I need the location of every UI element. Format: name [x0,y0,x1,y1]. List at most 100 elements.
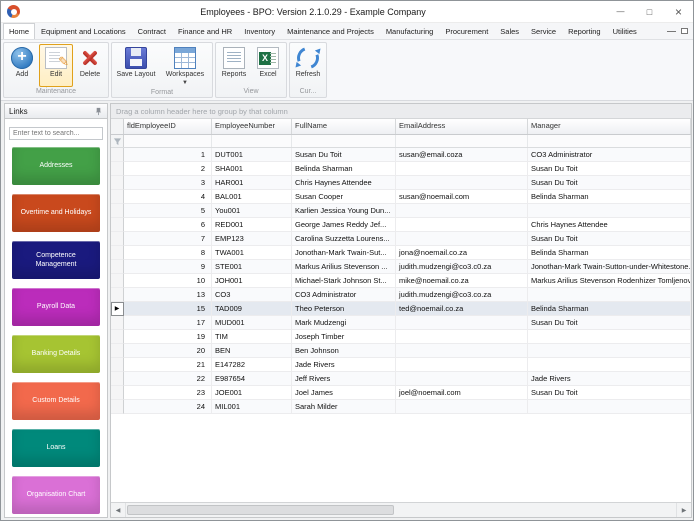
cell-EmployeeNumber[interactable]: TWA001 [212,246,292,260]
cell-EmployeeNumber[interactable]: EMP123 [212,232,292,246]
cell-EmailAddress[interactable] [396,330,528,344]
add-button[interactable]: Add [5,44,39,87]
ribbon-tab[interactable]: Utilities [607,23,643,39]
cell-EmailAddress[interactable] [396,232,528,246]
table-row[interactable]: 20 BEN Ben Johnson [111,344,691,358]
cell-FullName[interactable]: Carolina Suzzetta Lourens... [292,232,396,246]
cell-FullName[interactable]: Chris Haynes Attendee [292,176,396,190]
filter-cell-Manager[interactable] [528,135,691,147]
pin-icon[interactable] [94,107,103,116]
cell-fldEmployeeID[interactable]: 2 [124,162,212,176]
cell-fldEmployeeID[interactable]: 21 [124,358,212,372]
cell-EmployeeNumber[interactable]: SHA001 [212,162,292,176]
mdi-minimize-icon[interactable] [667,31,676,32]
cell-fldEmployeeID[interactable]: 20 [124,344,212,358]
cell-EmployeeNumber[interactable]: TIM [212,330,292,344]
cell-Manager[interactable]: Susan Du Toit [528,386,691,400]
cell-Manager[interactable] [528,400,691,414]
cell-EmailAddress[interactable] [396,372,528,386]
close-button[interactable] [664,1,693,22]
cell-EmailAddress[interactable]: jona@noemail.co.za [396,246,528,260]
cell-FullName[interactable]: Sarah Milder [292,400,396,414]
column-header-EmailAddress[interactable]: EmailAddress [396,119,528,134]
table-row[interactable]: 1 DUT001 Susan Du Toit susan@email.coza … [111,148,691,162]
cell-Manager[interactable]: Belinda Sharman [528,190,691,204]
cell-EmployeeNumber[interactable]: BAL001 [212,190,292,204]
cell-FullName[interactable]: Mark Mudzengi [292,316,396,330]
sidebar-link[interactable]: Competence Management [12,241,100,279]
ribbon-tab[interactable]: Service [525,23,562,39]
search-input[interactable] [9,127,103,140]
ribbon-tab[interactable]: Sales [494,23,525,39]
filter-cell-EmployeeNumber[interactable] [212,135,292,147]
cell-fldEmployeeID[interactable]: 19 [124,330,212,344]
sidebar-link[interactable]: Addresses [12,147,100,185]
cell-EmailAddress[interactable] [396,162,528,176]
sidebar-link[interactable]: Banking Details [12,335,100,373]
sidebar-link[interactable]: Overtime and Holidays [12,194,100,232]
cell-FullName[interactable]: Belinda Sharman [292,162,396,176]
cell-FullName[interactable]: Susan Cooper [292,190,396,204]
table-row[interactable]: 17 MUD001 Mark Mudzengi Susan Du Toit [111,316,691,330]
cell-fldEmployeeID[interactable]: 3 [124,176,212,190]
cell-EmployeeNumber[interactable]: STE001 [212,260,292,274]
cell-FullName[interactable]: Michael-Stark Johnson St... [292,274,396,288]
table-row[interactable]: 7 EMP123 Carolina Suzzetta Lourens... Su… [111,232,691,246]
scroll-right-icon[interactable]: ▶ [676,503,691,517]
cell-EmailAddress[interactable]: mike@noemail.co.za [396,274,528,288]
ribbon-tab[interactable]: Procurement [439,23,494,39]
cell-EmailAddress[interactable] [396,176,528,190]
table-row[interactable]: 8 TWA001 Jonothan-Mark Twain-Sut... jona… [111,246,691,260]
cell-EmailAddress[interactable] [396,344,528,358]
cell-EmailAddress[interactable] [396,400,528,414]
cell-EmployeeNumber[interactable]: RED001 [212,218,292,232]
cell-Manager[interactable]: Susan Du Toit [528,162,691,176]
column-header-Manager[interactable]: Manager [528,119,691,134]
cell-fldEmployeeID[interactable]: 4 [124,190,212,204]
cell-EmailAddress[interactable]: judith.mudzengi@co3.c0.za [396,260,528,274]
cell-fldEmployeeID[interactable]: 17 [124,316,212,330]
cell-EmailAddress[interactable] [396,204,528,218]
cell-fldEmployeeID[interactable]: 15 [124,302,212,316]
cell-Manager[interactable] [528,330,691,344]
scrollbar-thumb[interactable] [127,505,394,515]
table-row[interactable]: 15 TAD009 Theo Peterson ted@noemail.co.z… [111,302,691,316]
cell-Manager[interactable] [528,358,691,372]
save-layout-button[interactable]: Save Layout [113,44,159,88]
cell-FullName[interactable]: Susan Du Toit [292,148,396,162]
cell-Manager[interactable] [528,288,691,302]
cell-Manager[interactable]: Belinda Sharman [528,246,691,260]
table-row[interactable]: 9 STE001 Markus Arilius Stevenson ... ju… [111,260,691,274]
cell-FullName[interactable]: Jonothan-Mark Twain-Sut... [292,246,396,260]
minimize-button[interactable] [606,1,635,22]
ribbon-tab[interactable]: Home [3,23,35,39]
cell-fldEmployeeID[interactable]: 24 [124,400,212,414]
cell-FullName[interactable]: Joseph Timber [292,330,396,344]
cell-fldEmployeeID[interactable]: 5 [124,204,212,218]
cell-EmployeeNumber[interactable]: JOH001 [212,274,292,288]
delete-button[interactable]: Delete [73,44,107,87]
horizontal-scrollbar[interactable]: ◀ ▶ [111,502,691,517]
column-header-EmployeeNumber[interactable]: EmployeeNumber [212,119,292,134]
cell-EmployeeNumber[interactable]: MUD001 [212,316,292,330]
cell-EmailAddress[interactable] [396,358,528,372]
table-row[interactable]: 13 CO3 CO3 Administrator judith.mudzengi… [111,288,691,302]
refresh-button[interactable]: Refresh [291,44,325,87]
cell-EmployeeNumber[interactable]: You001 [212,204,292,218]
scroll-left-icon[interactable]: ◀ [111,503,126,517]
cell-FullName[interactable]: Joel James [292,386,396,400]
cell-FullName[interactable]: Jeff Rivers [292,372,396,386]
cell-EmployeeNumber[interactable]: MIL001 [212,400,292,414]
reports-button[interactable]: Reports [217,44,251,87]
cell-EmployeeNumber[interactable]: JOE001 [212,386,292,400]
sidebar-link[interactable]: Custom Details [12,382,100,420]
cell-Manager[interactable] [528,344,691,358]
filter-cell-FullName[interactable] [292,135,396,147]
cell-Manager[interactable]: Susan Du Toit [528,176,691,190]
cell-EmployeeNumber[interactable]: DUT001 [212,148,292,162]
cell-EmailAddress[interactable]: joel@noemail.com [396,386,528,400]
ribbon-tab[interactable]: Equipment and Locations [35,23,132,39]
sidebar-link[interactable]: Loans [12,429,100,467]
table-row[interactable]: 2 SHA001 Belinda Sharman Susan Du Toit [111,162,691,176]
cell-EmailAddress[interactable]: susan@noemail.com [396,190,528,204]
